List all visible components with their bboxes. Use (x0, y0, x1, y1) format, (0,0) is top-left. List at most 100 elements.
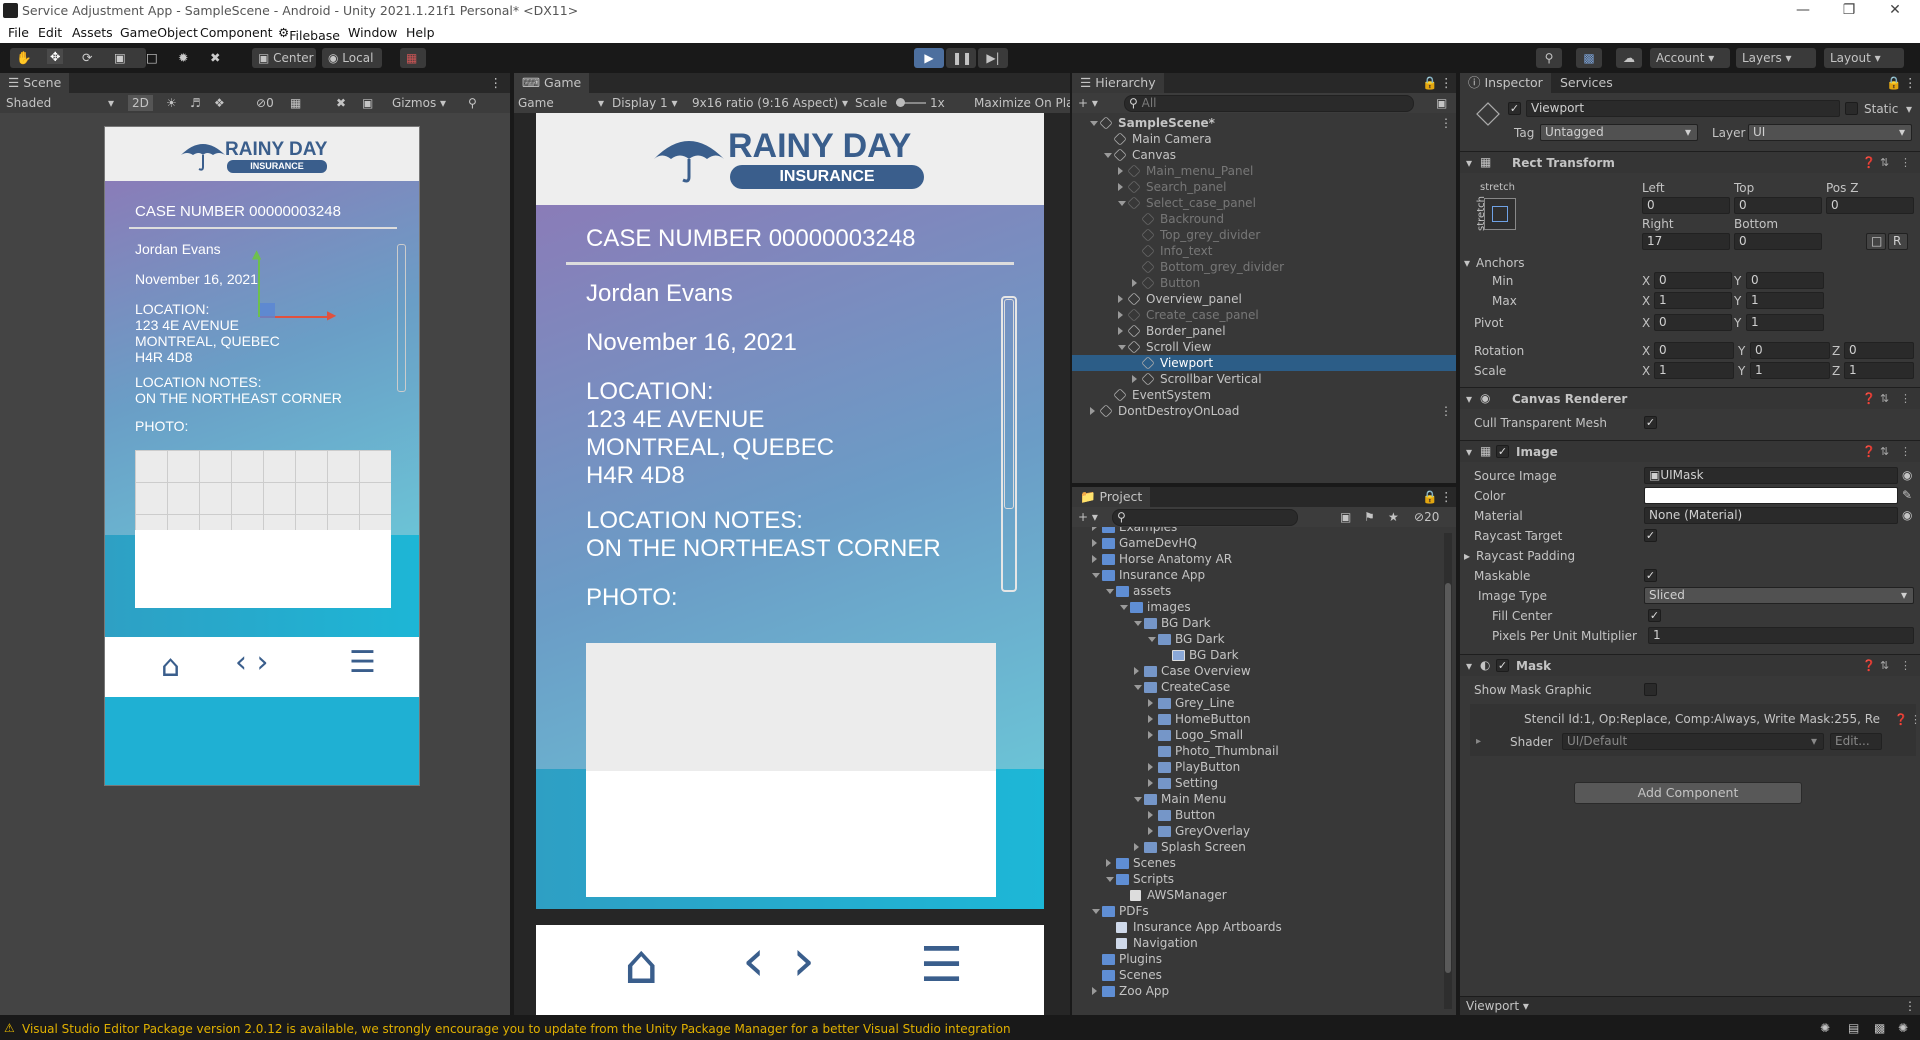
image-header[interactable]: ▾ ▦ ✓ Image ❓ ⇅ ⋮ (1460, 440, 1920, 462)
search-icon[interactable]: ⚲ (1536, 48, 1562, 68)
top-field[interactable]: 0 (1734, 197, 1822, 214)
project-row[interactable]: AWSManager (1072, 887, 1442, 903)
project-hidden-icon[interactable]: ⊘20 (1414, 509, 1439, 525)
project-row[interactable]: Splash Screen (1072, 839, 1442, 855)
hierarchy-row[interactable]: Bottom_grey_divider (1072, 259, 1456, 275)
raycast-checkbox[interactable]: ✓ (1644, 529, 1657, 542)
rect-fold-icon[interactable]: ▾ (1466, 156, 1472, 170)
project-row[interactable]: Logo_Small (1072, 727, 1442, 743)
expand-arrow-icon[interactable] (1106, 877, 1114, 882)
rot-z-field[interactable]: 0 (1844, 342, 1914, 359)
scene-search-icon[interactable]: ⚲ (468, 95, 477, 111)
move-tool-icon[interactable]: ✥ (47, 49, 64, 64)
account-dropdown[interactable]: Account ▾ (1650, 48, 1730, 68)
layout-dropdown[interactable]: Layout ▾ (1824, 48, 1904, 68)
maximize-icon[interactable]: ❐ (1826, 0, 1872, 22)
hierarchy-row[interactable]: Button (1072, 275, 1456, 291)
project-row[interactable]: Photo_Thumbnail (1072, 743, 1442, 759)
hierarchy-row[interactable]: Info_text (1072, 243, 1456, 259)
collapse-arrow-icon[interactable] (1148, 827, 1153, 835)
maximize-toggle[interactable]: Maximize On Pla (974, 95, 1070, 111)
image-fold-icon[interactable]: ▾ (1466, 445, 1472, 459)
project-row[interactable]: Insurance App Artboards (1072, 919, 1442, 935)
collapse-arrow-icon[interactable] (1148, 699, 1153, 707)
xy-plane-gizmo[interactable] (260, 303, 275, 318)
color-field[interactable] (1644, 487, 1898, 504)
row-more-icon[interactable]: ⋮ (1440, 403, 1452, 419)
hierarchy-more-icon[interactable]: ⋮ (1440, 75, 1453, 90)
scale-x-field[interactable]: 1 (1654, 362, 1734, 379)
project-row[interactable]: images (1072, 599, 1442, 615)
tab-inspector[interactable]: ⓘ Inspector (1460, 73, 1551, 93)
min-x-field[interactable]: 0 (1654, 272, 1732, 289)
collab-status-icon[interactable]: ▩ (1874, 1021, 1885, 1035)
expand-arrow-icon[interactable] (1090, 121, 1098, 126)
collapse-arrow-icon[interactable] (1090, 407, 1095, 415)
inspector-lock-icon[interactable]: 🔒 (1886, 75, 1902, 91)
static-checkbox[interactable] (1845, 102, 1858, 115)
menu-component[interactable]: Component (200, 25, 273, 40)
camera-icon[interactable]: ▣ (362, 95, 373, 111)
collapse-arrow-icon[interactable] (1132, 279, 1137, 287)
hierarchy-row[interactable]: DontDestroyOnLoad ⋮ (1072, 403, 1456, 419)
scale-z-field[interactable]: 1 (1844, 362, 1914, 379)
pivot-local-button[interactable]: ◉ Local (322, 48, 382, 68)
app-scrollbar-thumb[interactable] (1004, 299, 1014, 509)
hierarchy-add-button[interactable]: + ▾ (1078, 95, 1098, 111)
scene-menu-icon[interactable]: ☰ (349, 645, 376, 680)
project-row[interactable]: Plugins (1072, 951, 1442, 967)
scale-y-field[interactable]: 1 (1750, 362, 1830, 379)
collapse-arrow-icon[interactable] (1092, 555, 1097, 563)
hierarchy-row[interactable]: Select_case_panel (1072, 195, 1456, 211)
posz-field[interactable]: 0 (1826, 197, 1914, 214)
collapse-arrow-icon[interactable] (1118, 327, 1123, 335)
show-mask-checkbox[interactable] (1644, 683, 1657, 696)
scene-scrollbar[interactable] (397, 244, 406, 392)
cull-checkbox[interactable]: ✓ (1644, 416, 1657, 429)
object-name-field[interactable]: Viewport (1526, 100, 1840, 117)
project-row[interactable]: BG Dark (1072, 615, 1442, 631)
max-y-field[interactable]: 1 (1746, 292, 1824, 309)
scale-tool-icon[interactable]: ▣ (114, 50, 126, 65)
snap-button[interactable]: ▦ (400, 48, 426, 68)
canvas-renderer-fold-icon[interactable]: ▾ (1466, 392, 1472, 406)
display-dropdown[interactable]: Display 1 ▾ (612, 95, 678, 111)
collapse-arrow-icon[interactable] (1148, 811, 1153, 819)
pivot-x-field[interactable]: 0 (1654, 314, 1732, 331)
anchors-fold-icon[interactable]: ▾ (1464, 256, 1470, 270)
prev-icon[interactable]: ‹ (742, 925, 765, 995)
transform-tool-icon[interactable]: ✹ (178, 50, 188, 65)
hierarchy-row[interactable]: Search_panel (1072, 179, 1456, 195)
collapse-arrow-icon[interactable] (1148, 731, 1153, 739)
canvas-renderer-more-icon[interactable]: ⋮ (1900, 392, 1911, 405)
material-field[interactable]: None (Material) (1644, 507, 1898, 524)
project-row[interactable]: Button (1072, 807, 1442, 823)
expand-arrow-icon[interactable] (1118, 345, 1126, 350)
collapse-arrow-icon[interactable] (1092, 527, 1097, 531)
menu-window[interactable]: Window (348, 25, 397, 40)
max-x-field[interactable]: 1 (1654, 292, 1732, 309)
rect-transform-header[interactable]: ▾ ▦ Rect Transform ❓ ⇅ ⋮ (1460, 151, 1920, 173)
project-scrollbar-thumb[interactable] (1445, 583, 1451, 973)
image-preset-icon[interactable]: ⇅ (1880, 445, 1889, 458)
hierarchy-row[interactable]: Overview_panel (1072, 291, 1456, 307)
hierarchy-search-input[interactable]: ⚲ All (1124, 95, 1414, 112)
hand-tool-icon[interactable]: ✋ (16, 50, 32, 66)
hierarchy-row[interactable]: Scrollbar Vertical (1072, 371, 1456, 387)
expand-arrow-icon[interactable] (1104, 153, 1112, 158)
project-row[interactable]: Navigation (1072, 935, 1442, 951)
hierarchy-row[interactable]: SampleScene* ⋮ (1072, 115, 1456, 131)
network-icon[interactable]: ▤ (1848, 1021, 1859, 1035)
project-row[interactable]: GreyOverlay (1072, 823, 1442, 839)
hierarchy-filter-icon[interactable]: ▣ (1436, 95, 1447, 111)
app-scrollbar[interactable] (1001, 296, 1017, 592)
shader-edit-button[interactable]: Edit... (1830, 733, 1882, 750)
tab-scene[interactable]: ☰ Scene (0, 73, 70, 93)
bottom-field[interactable]: 0 (1734, 233, 1822, 250)
project-scrollbar[interactable] (1444, 533, 1452, 1009)
expand-arrow-icon[interactable] (1092, 909, 1100, 914)
collapse-arrow-icon[interactable] (1148, 779, 1153, 787)
inspector-more-icon[interactable]: ⋮ (1904, 75, 1917, 90)
project-row[interactable]: BG Dark (1072, 647, 1442, 663)
canvas-renderer-header[interactable]: ▾ ◉ Canvas Renderer ❓ ⇅ ⋮ (1460, 387, 1920, 409)
